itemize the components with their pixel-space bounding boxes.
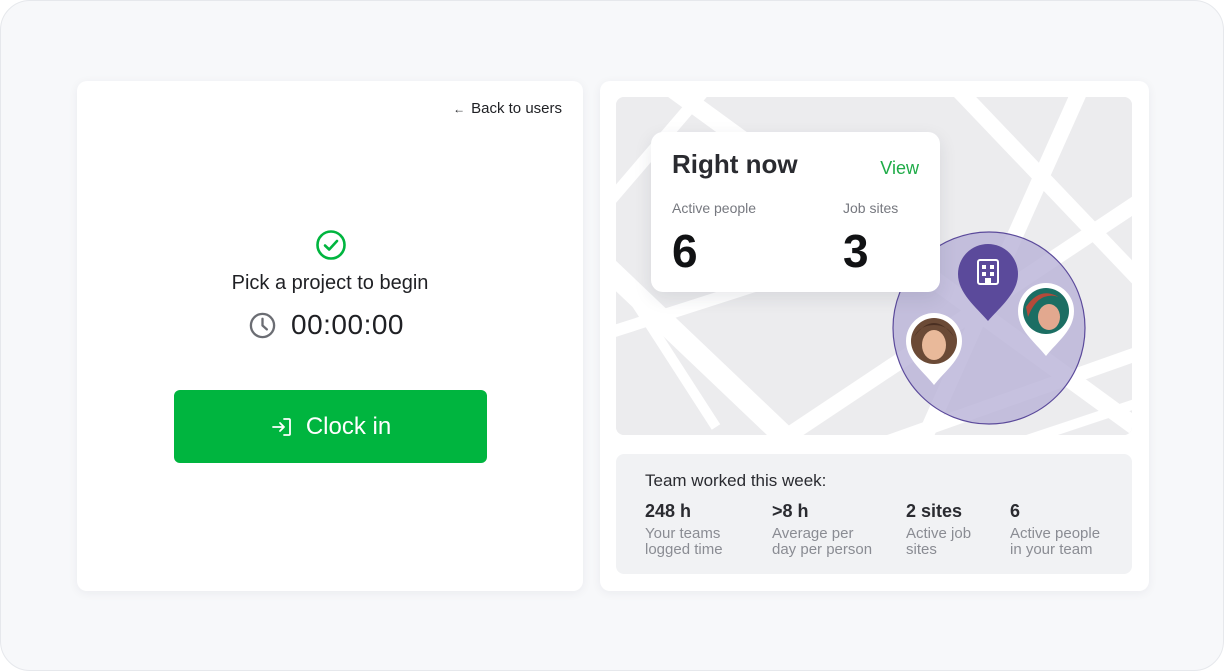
active-people-label: Active people bbox=[672, 200, 757, 216]
stat-description: Active job sites bbox=[906, 526, 1026, 558]
pick-project-prompt: Pick a project to begin bbox=[231, 272, 429, 294]
stat-logged-time: 248 h Your teams logged time bbox=[645, 501, 765, 558]
job-sites-map[interactable]: Right now View Active people Job sites 6… bbox=[616, 97, 1132, 435]
job-sites-label: Job sites bbox=[843, 200, 899, 216]
stat-active-people: 6 Active people in your team bbox=[1010, 501, 1130, 558]
stat-value: 248 h bbox=[645, 501, 692, 521]
arrow-left-icon: ← bbox=[453, 101, 466, 116]
team-week-summary: Team worked this week: 248 h Your teams … bbox=[616, 454, 1132, 574]
timer: 00:00:00 bbox=[248, 309, 404, 341]
stat-desc-line: Average per bbox=[772, 525, 854, 542]
stat-active-job-sites: 2 sites Active job sites bbox=[906, 501, 1026, 558]
job-sites-value: 3 bbox=[843, 225, 869, 277]
right-now-panel: Right now View Active people Job sites 6… bbox=[651, 132, 940, 292]
stat-desc-line: logged time bbox=[645, 541, 723, 558]
app-frame: ← Back to users Pick a project to begin … bbox=[0, 0, 1224, 671]
overview-card: Right now View Active people Job sites 6… bbox=[600, 81, 1149, 591]
team-week-heading: Team worked this week: bbox=[645, 471, 827, 490]
stat-value: 2 sites bbox=[906, 501, 963, 521]
back-to-users-link[interactable]: ← Back to users bbox=[453, 100, 562, 117]
stat-value: 6 bbox=[1010, 501, 1021, 521]
stat-desc-line: sites bbox=[906, 541, 937, 558]
stat-desc-line: Your teams bbox=[645, 525, 721, 542]
stat-desc-line: Active people bbox=[1010, 525, 1101, 542]
clock-icon bbox=[249, 312, 276, 338]
active-people-value: 6 bbox=[672, 225, 698, 277]
clock-in-label: Clock in bbox=[305, 412, 392, 440]
check-circle-icon bbox=[316, 230, 346, 260]
stat-description: Active people in your team bbox=[1010, 526, 1130, 558]
stat-description: Your teams logged time bbox=[645, 526, 765, 558]
sign-in-icon bbox=[271, 417, 291, 436]
back-to-users-label: Back to users bbox=[471, 100, 562, 117]
stat-average-per-day: >8 h Average per day per person bbox=[772, 501, 892, 558]
stat-value: >8 h bbox=[772, 501, 809, 521]
view-link[interactable]: View bbox=[880, 158, 919, 179]
stat-description: Average per day per person bbox=[772, 526, 892, 558]
timer-value: 00:00:00 bbox=[291, 309, 404, 340]
stat-desc-line: Active job bbox=[906, 525, 972, 542]
clock-in-card: ← Back to users Pick a project to begin … bbox=[77, 81, 583, 591]
right-now-title: Right now bbox=[672, 149, 798, 179]
stat-desc-line: day per person bbox=[772, 541, 873, 558]
stat-desc-line: in your team bbox=[1010, 541, 1093, 558]
clock-in-button[interactable]: Clock in bbox=[174, 390, 487, 463]
